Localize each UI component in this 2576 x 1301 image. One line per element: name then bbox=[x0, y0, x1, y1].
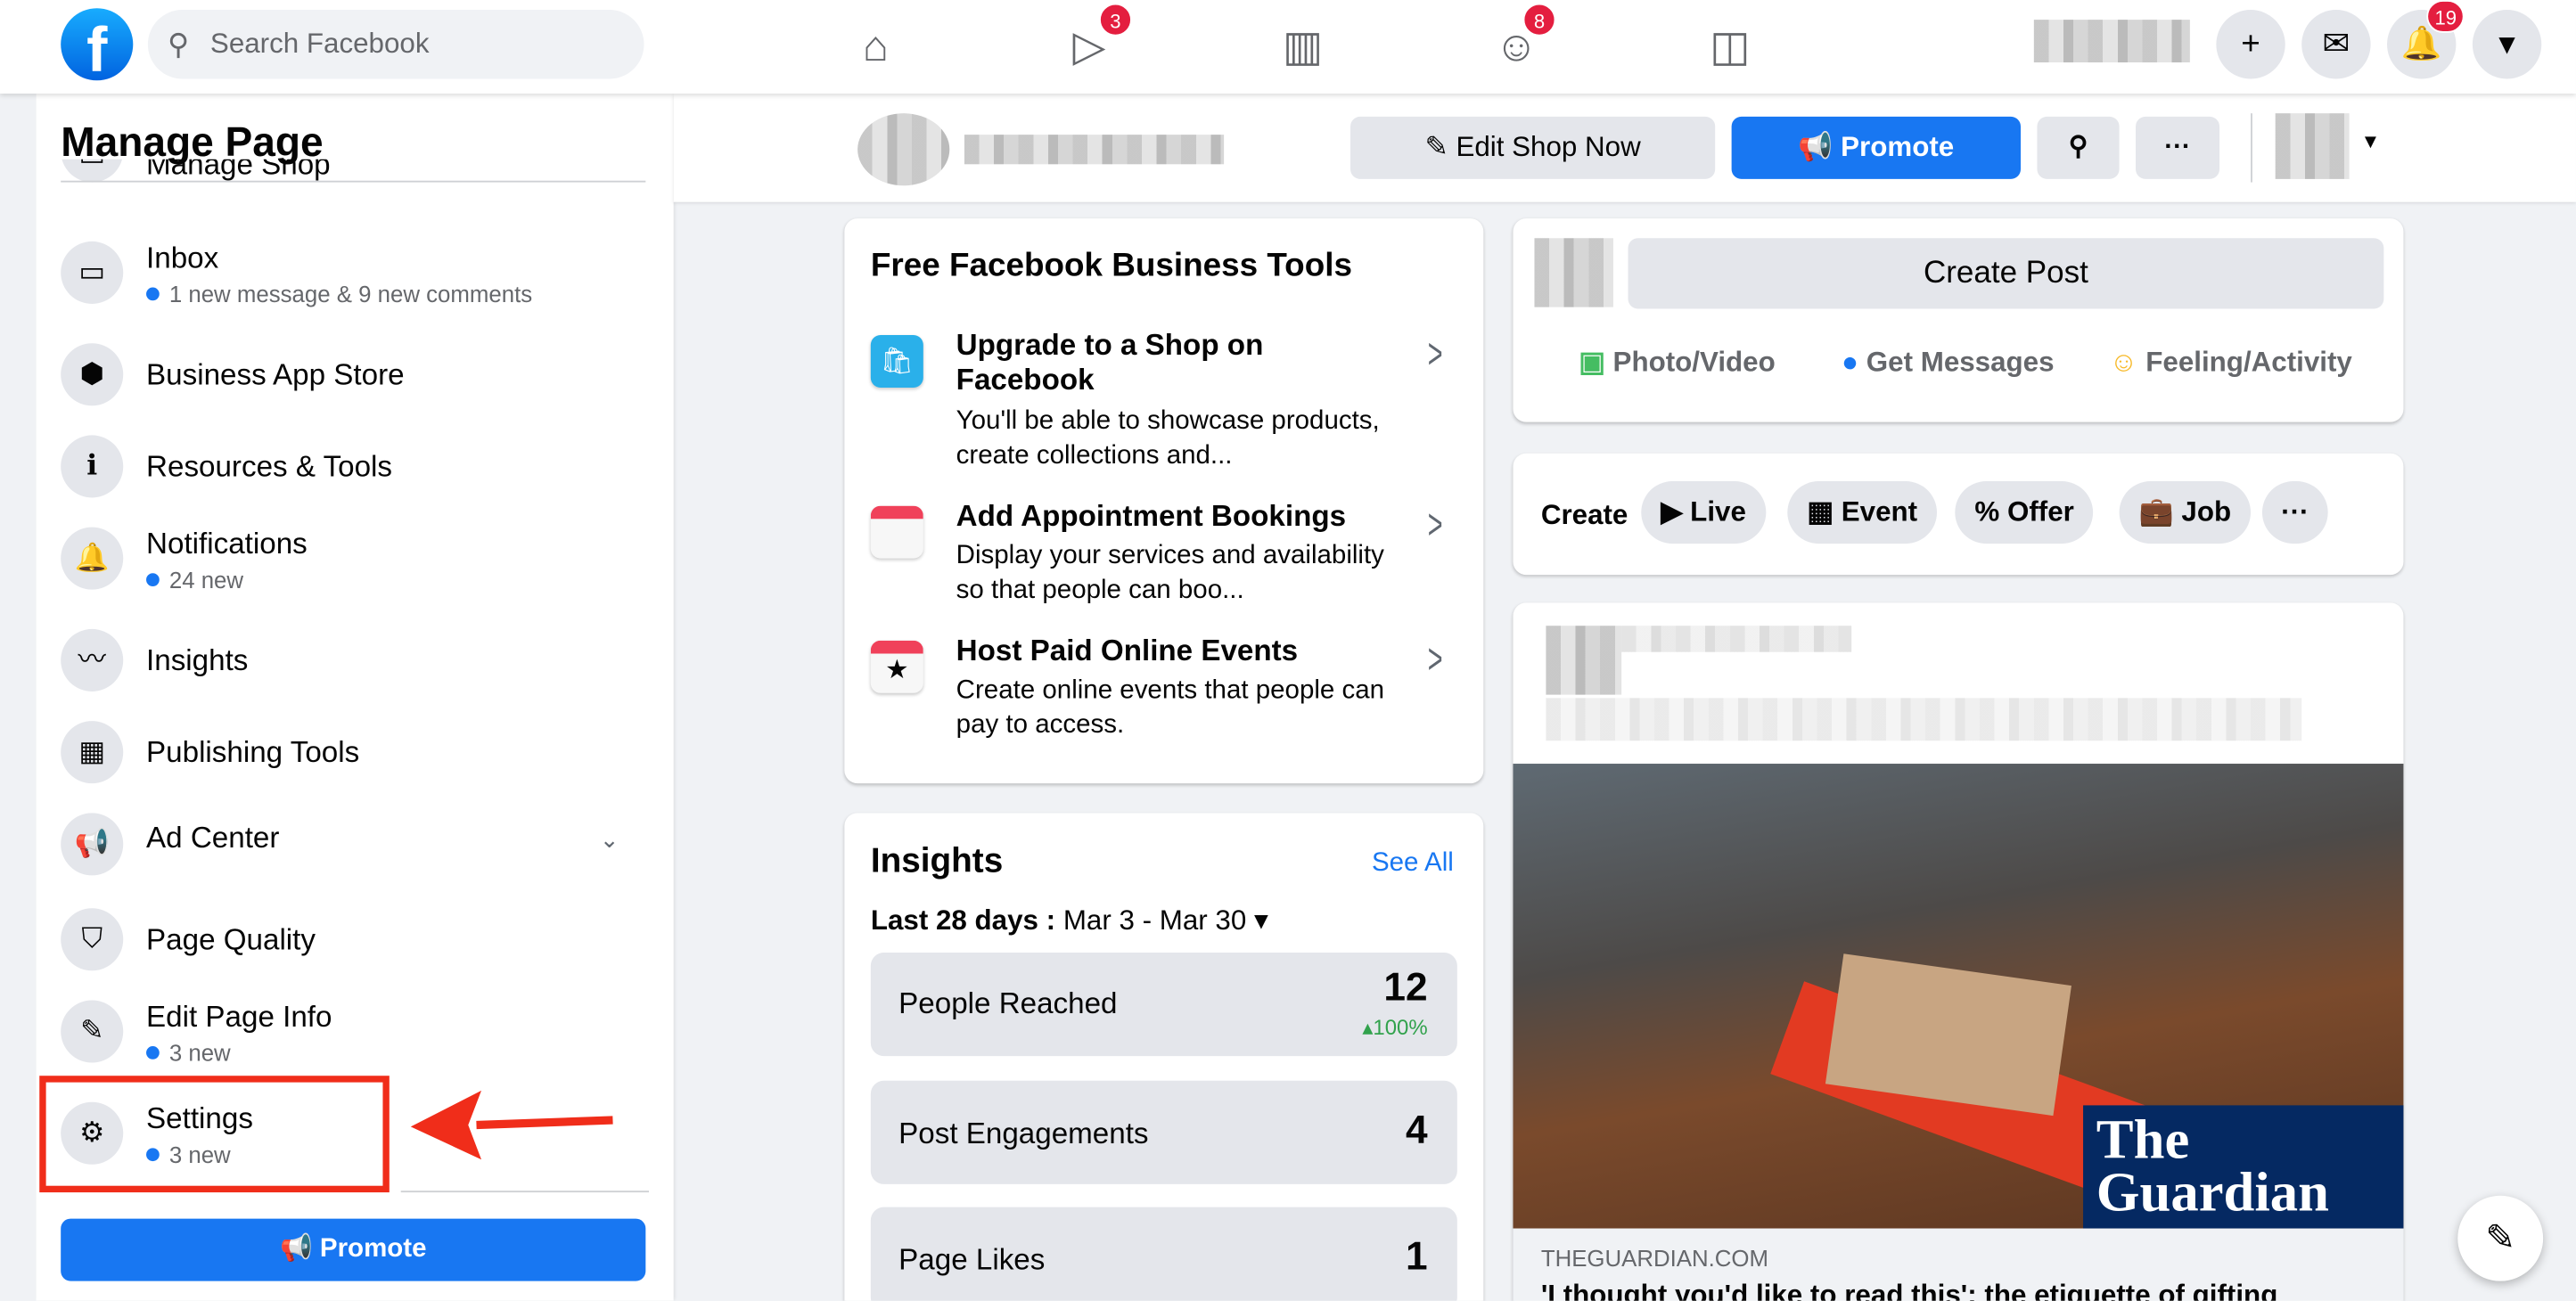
sidebar-item-publishing-tools[interactable]: ▦ Publishing Tools bbox=[61, 721, 652, 803]
sidebar-promote-button[interactable]: 📢 Promote bbox=[61, 1218, 646, 1281]
chevron-right-icon: > bbox=[1427, 328, 1443, 378]
create-event-button[interactable]: ▦ Event bbox=[1787, 481, 1938, 544]
insights-icon: 〰 bbox=[61, 628, 124, 691]
post-avatar bbox=[1546, 626, 1622, 695]
sidebar-item-insights[interactable]: 〰 Insights bbox=[61, 628, 652, 711]
more-create-options-icon[interactable]: ··· bbox=[2261, 481, 2328, 544]
card-title: Free Facebook Business Tools bbox=[870, 248, 1352, 284]
edit-shop-now-button[interactable]: ✎ Edit Shop Now bbox=[1350, 116, 1716, 179]
info-icon: ℹ bbox=[61, 435, 124, 498]
link-preview[interactable]: THEGUARDIAN.COM 'I thought you'd like to… bbox=[1513, 1228, 2404, 1301]
marketplace-icon[interactable]: ▥ bbox=[1270, 16, 1336, 75]
chevron-down-icon[interactable]: ⌄ bbox=[600, 826, 619, 854]
sidebar-item-ad-center[interactable]: 📢 Ad Center ⌄ bbox=[61, 813, 652, 895]
notifications-badge: 19 bbox=[2426, 0, 2465, 33]
more-options-icon[interactable]: ··· bbox=[2136, 116, 2220, 179]
create-live-button[interactable]: ▶ Live bbox=[1641, 481, 1767, 544]
business-tools-card: Free Facebook Business Tools 🛍 Upgrade to… bbox=[844, 218, 1484, 784]
facebook-logo-icon[interactable]: f bbox=[61, 8, 134, 81]
search-icon[interactable]: ⚲ bbox=[2037, 116, 2120, 179]
cube-icon: ⬢ bbox=[61, 343, 124, 406]
insights-card: Insights See All Last 28 days : Mar 3 - … bbox=[844, 813, 1484, 1301]
watch-badge: 3 bbox=[1099, 3, 1132, 37]
link-domain: THEGUARDIAN.COM bbox=[1540, 1245, 1769, 1272]
post-image[interactable]: The Guardian bbox=[1513, 764, 2404, 1229]
see-all-link[interactable]: See All bbox=[1372, 849, 1454, 879]
groups-icon[interactable]: ☺ 8 bbox=[1483, 3, 1556, 75]
account-menu-icon[interactable]: ▾ bbox=[2472, 10, 2542, 79]
settings-highlight-box bbox=[39, 1076, 390, 1193]
change-indicator: ▴100% bbox=[1362, 1015, 1428, 1040]
post-author[interactable] bbox=[1621, 626, 1852, 652]
top-navigation-bar: f ⚲ Search Facebook ⌂ ▷ 3 ▥ ☺ 8 ◫ + ✉ 🔔 19 ▾ bbox=[0, 0, 2576, 94]
sidebar-item-resources-tools[interactable]: ℹ Resources & Tools bbox=[61, 435, 652, 517]
stat-people-reached[interactable]: People Reached 12 ▴100% bbox=[870, 952, 1457, 1057]
create-label: Create bbox=[1540, 499, 1628, 531]
divider bbox=[61, 180, 646, 183]
inbox-icon: ▭ bbox=[61, 241, 124, 304]
post-text bbox=[1546, 698, 2302, 741]
insights-title: Insights bbox=[870, 842, 1004, 880]
stat-post-engagements[interactable]: Post Engagements 4 bbox=[870, 1080, 1457, 1184]
messenger-icon[interactable]: ✉ bbox=[2301, 10, 2371, 79]
date-range-selector[interactable]: Last 28 days : Mar 3 - Mar 30 ▾ bbox=[871, 905, 1268, 938]
calendar-icon bbox=[870, 505, 923, 559]
shield-icon: ⛉ bbox=[61, 908, 124, 971]
page-header: ✎ Edit Shop Now 📢 Promote ⚲ ··· ▼ bbox=[673, 94, 2576, 202]
pencil-icon: ✎ bbox=[61, 1000, 124, 1063]
stat-page-likes[interactable]: Page Likes 1 bbox=[870, 1207, 1457, 1301]
sidebar-item-inbox[interactable]: ▭ Inbox 1 new message & 9 new comments bbox=[61, 241, 652, 323]
acting-as-avatar[interactable] bbox=[2275, 113, 2350, 179]
profile-shortcut[interactable] bbox=[2033, 20, 2190, 63]
red-arrow-annotation bbox=[410, 1090, 613, 1160]
sidebar-item-edit-page-info[interactable]: ✎ Edit Page Info 3 new bbox=[61, 1000, 652, 1082]
sidebar-item-business-app-store[interactable]: ⬢ Business App Store bbox=[61, 343, 652, 425]
photo-video-button[interactable]: ▣ Photo/Video bbox=[1579, 347, 1776, 380]
sidebar-item-page-quality[interactable]: ⛉ Page Quality bbox=[61, 908, 652, 990]
new-message-icon[interactable]: ✎ bbox=[2457, 1195, 2544, 1281]
caret-down-icon[interactable]: ▼ bbox=[2361, 130, 2381, 153]
groups-badge: 8 bbox=[1522, 3, 1556, 37]
create-post-card: Create Post ▣ Photo/Video ● Get Messages… bbox=[1513, 218, 2404, 422]
home-icon[interactable]: ⌂ bbox=[843, 16, 909, 75]
create-post-button[interactable]: Create Post bbox=[1628, 238, 2384, 309]
page-avatar[interactable] bbox=[857, 113, 950, 186]
divider bbox=[2251, 113, 2252, 183]
watch-icon[interactable]: ▷ 3 bbox=[1056, 3, 1132, 75]
post-card: The Guardian THEGUARDIAN.COM 'I thought … bbox=[1513, 602, 2404, 1301]
divider bbox=[400, 1191, 650, 1193]
sidebar-item-notifications[interactable]: 🔔 Notifications 24 new bbox=[61, 527, 652, 610]
link-headline: 'I thought you'd like to read this': the… bbox=[1540, 1279, 2278, 1301]
megaphone-icon: 📢 bbox=[61, 813, 124, 876]
search-icon: ⚲ bbox=[167, 28, 190, 61]
chevron-right-icon: > bbox=[1427, 499, 1443, 549]
star-calendar-icon: ★ bbox=[870, 640, 923, 693]
shop-icon: ▤ bbox=[61, 159, 124, 183]
create-job-button[interactable]: 💼 Job bbox=[2119, 481, 2252, 544]
photo-icon: ▣ bbox=[1579, 346, 1605, 378]
get-messages-button[interactable]: ● Get Messages bbox=[1842, 347, 2054, 380]
page-avatar bbox=[1534, 238, 1613, 307]
messenger-icon: ● bbox=[1842, 346, 1859, 378]
search-input[interactable]: ⚲ Search Facebook bbox=[147, 10, 644, 79]
smiley-icon: ☺ bbox=[2109, 346, 2138, 378]
create-offer-button[interactable]: % Offer bbox=[1955, 481, 2094, 544]
notifications-icon[interactable]: 🔔 19 bbox=[2387, 0, 2465, 79]
publishing-icon: ▦ bbox=[61, 721, 124, 784]
shopping-bag-icon: 🛍 bbox=[870, 334, 923, 388]
feeling-activity-button[interactable]: ☺ Feeling/Activity bbox=[2110, 347, 2352, 380]
page-name[interactable] bbox=[964, 135, 1225, 165]
guardian-logo: The Guardian bbox=[2083, 1105, 2404, 1229]
bell-icon: 🔔 bbox=[61, 527, 124, 590]
promote-button[interactable]: 📢 Promote bbox=[1731, 116, 2022, 179]
gaming-icon[interactable]: ◫ bbox=[1697, 16, 1763, 75]
create-icon[interactable]: + bbox=[2216, 10, 2285, 79]
create-row-card: Create ▶ Live ▦ Event % Offer 💼 Job ··· bbox=[1513, 453, 2404, 576]
chevron-right-icon: > bbox=[1427, 634, 1443, 683]
